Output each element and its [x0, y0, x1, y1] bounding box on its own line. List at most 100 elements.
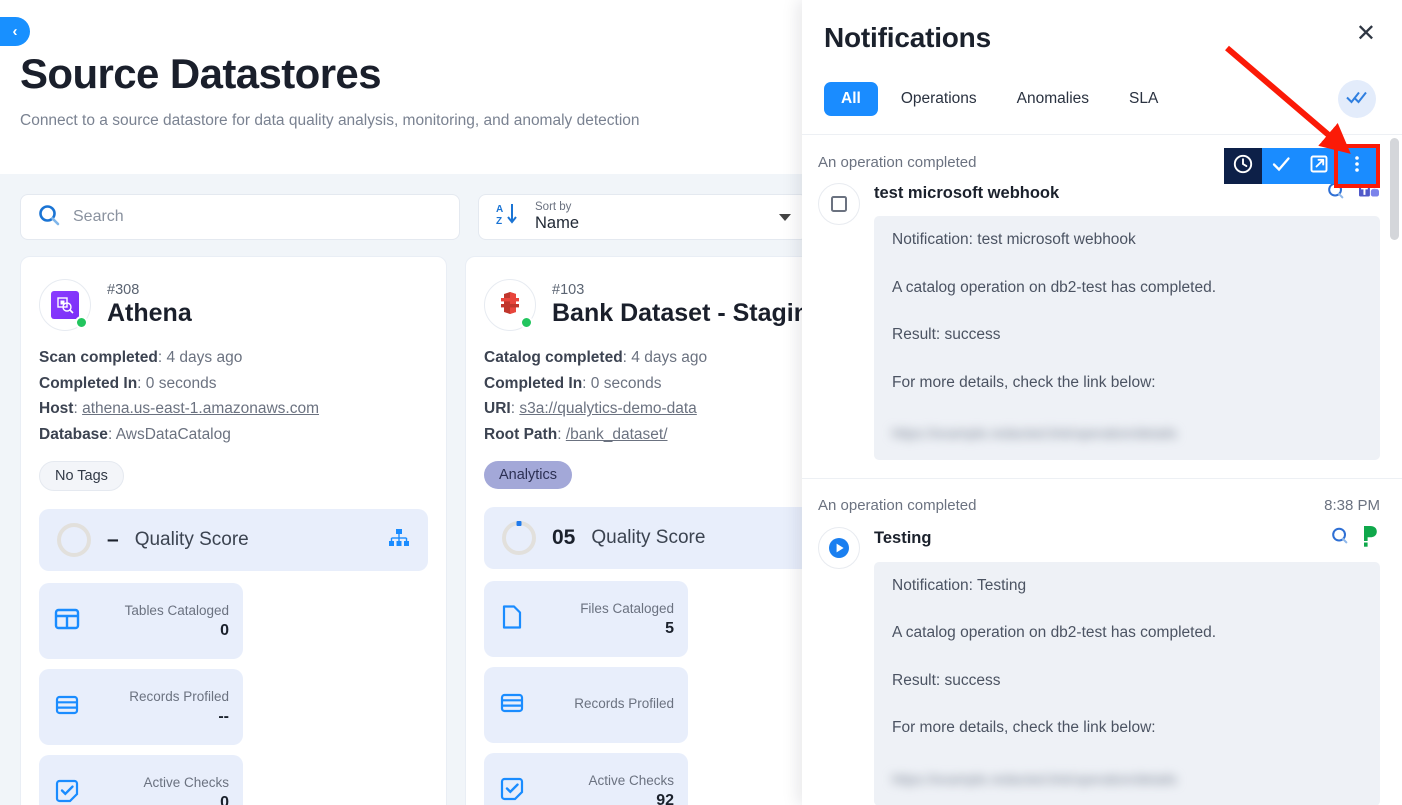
message-line: Notification: Testing — [892, 576, 1027, 594]
message-line: Notification: test microsoft webhook — [892, 231, 1136, 248]
snooze-button[interactable] — [1224, 148, 1262, 184]
quality-score-value: – — [107, 528, 119, 552]
double-check-icon — [1346, 89, 1368, 110]
datastore-id: #103 — [552, 282, 585, 298]
stat-tile[interactable]: Tables Cataloged 0 — [39, 583, 243, 660]
back-button[interactable]: ‹ — [0, 17, 30, 46]
tag-chip[interactable]: No Tags — [39, 461, 124, 492]
datastore-name: Athena — [107, 299, 192, 327]
stat-tile[interactable]: Files Cataloged 5 — [484, 581, 688, 658]
datastore-meta: Scan completed: 4 days ago Completed In:… — [39, 349, 320, 443]
meta-label: Catalog completed — [484, 349, 623, 366]
close-icon[interactable]: ✕ — [1356, 22, 1376, 46]
open-button[interactable] — [1300, 148, 1338, 184]
notification-kind: An operation completed — [818, 153, 977, 171]
pagerduty-icon[interactable] — [1362, 525, 1380, 552]
mark-read-button[interactable] — [1262, 148, 1300, 184]
panel-scrollbar[interactable] — [1390, 138, 1399, 240]
quality-score-label: Quality Score — [591, 527, 706, 549]
checks-icon — [53, 777, 81, 805]
external-link-icon — [1308, 153, 1330, 180]
quality-score-value: 05 — [552, 526, 576, 550]
list-item[interactable]: An operation completed test microsoft we… — [802, 134, 1402, 478]
quality-ring — [57, 523, 91, 558]
tab-operations[interactable]: Operations — [884, 82, 994, 116]
list-item[interactable]: An operation completed 8:38 PM Testing N… — [802, 477, 1402, 805]
meta-value: 0 seconds — [145, 374, 217, 392]
more-options-button[interactable] — [1334, 144, 1380, 188]
notification-message: Notification: Testing A catalog operatio… — [874, 561, 1380, 805]
svg-text:Z: Z — [496, 216, 502, 227]
meta-value: AwsDataCatalog — [115, 425, 231, 443]
quality-score-label: Quality Score — [134, 529, 249, 551]
message-line: Result: success — [892, 326, 1001, 343]
stat-label: Tables Cataloged — [124, 603, 229, 619]
more-vertical-icon — [1354, 153, 1360, 180]
quality-ring-segment — [516, 521, 522, 527]
datastore-card[interactable]: #308 Athena Scan completed: 4 days ago C… — [20, 256, 447, 805]
notification-list[interactable]: An operation completed test microsoft we… — [802, 134, 1402, 805]
stat-label: Active Checks — [588, 773, 674, 789]
meta-label: Completed In — [484, 374, 583, 392]
tab-sla[interactable]: SLA — [1112, 82, 1175, 116]
stat-label: Records Profiled — [129, 689, 229, 705]
table-icon — [53, 605, 81, 638]
meta-value: 4 days ago — [166, 349, 243, 366]
root-path-link[interactable]: /bank_dataset/ — [566, 426, 668, 443]
search-input[interactable]: Search — [20, 194, 460, 240]
stat-tile[interactable]: Active Checks 92 — [484, 753, 688, 805]
message-line: A catalog operation on db2-test has comp… — [892, 624, 1216, 642]
quality-score-panel[interactable]: – Quality Score — [39, 509, 428, 572]
redacted-link[interactable]: https://example.redacted.link/operation/… — [892, 768, 1362, 792]
stop-square-icon[interactable] — [818, 183, 860, 225]
stat-value: 92 — [656, 792, 674, 805]
microsoft-teams-icon[interactable] — [1358, 181, 1380, 206]
page-title: Notifications — [824, 22, 991, 53]
notification-title: test microsoft webhook — [874, 184, 1060, 202]
stats-grid: Tables Cataloged 0 Records Profiled -- Act… — [39, 583, 428, 805]
stat-value: 0 — [220, 622, 229, 640]
redacted-link[interactable]: https://example.redacted.link/operation/… — [892, 422, 1362, 446]
meta-label: Root Path — [484, 425, 558, 443]
stat-tile[interactable]: Active Checks 0 — [39, 755, 243, 805]
host-link[interactable]: athena.us-east-1.amazonaws.com — [82, 400, 319, 417]
meta-value: 0 seconds — [590, 374, 662, 392]
stat-label: Records Profiled — [574, 696, 674, 712]
stat-value: 5 — [665, 620, 674, 638]
qualytics-icon[interactable] — [1330, 526, 1350, 551]
message-line: A catalog operation on db2-test has comp… — [892, 278, 1216, 296]
quality-ring — [502, 521, 536, 556]
meta-label: Database — [39, 425, 108, 443]
message-line: For more details, check the link below: — [892, 719, 1156, 737]
notification-kind: An operation completed — [818, 497, 977, 515]
checks-icon — [498, 775, 526, 805]
uri-link[interactable]: s3a://qualytics-demo-data — [519, 400, 696, 417]
notification-chips — [1330, 525, 1380, 552]
qualytics-icon[interactable] — [1326, 181, 1346, 206]
notification-time: 8:38 PM — [1324, 497, 1380, 515]
stat-label: Active Checks — [143, 775, 229, 791]
tag-chip[interactable]: Analytics — [484, 461, 573, 490]
search-icon — [37, 203, 61, 232]
datastore-name: Bank Dataset - Staging — [552, 299, 825, 327]
sort-value: Name — [535, 214, 580, 233]
lineage-icon[interactable] — [388, 528, 410, 553]
tag-row: No Tags — [39, 461, 428, 492]
notification-message: Notification: test microsoft webhook A c… — [874, 216, 1380, 460]
app-root: ‹ Source Datastores Connect to a source … — [0, 0, 1402, 805]
avatar — [484, 279, 536, 331]
check-icon — [1270, 153, 1292, 180]
stat-tile[interactable]: Records Profiled — [484, 667, 688, 744]
stat-tile[interactable]: Records Profiled -- — [39, 669, 243, 746]
tab-all[interactable]: All — [824, 82, 878, 116]
stat-value: -- — [218, 708, 229, 726]
status-dot — [520, 316, 533, 329]
chevron-down-icon[interactable] — [779, 213, 791, 221]
play-circle-icon[interactable] — [818, 526, 860, 569]
sort-select[interactable]: AZ Sort by Name — [478, 194, 808, 240]
tab-anomalies[interactable]: Anomalies — [1000, 82, 1106, 116]
notification-chips — [1326, 181, 1380, 206]
meta-label: Scan completed — [39, 349, 158, 366]
mark-all-read-button[interactable] — [1338, 80, 1376, 118]
meta-label: URI — [484, 400, 511, 418]
